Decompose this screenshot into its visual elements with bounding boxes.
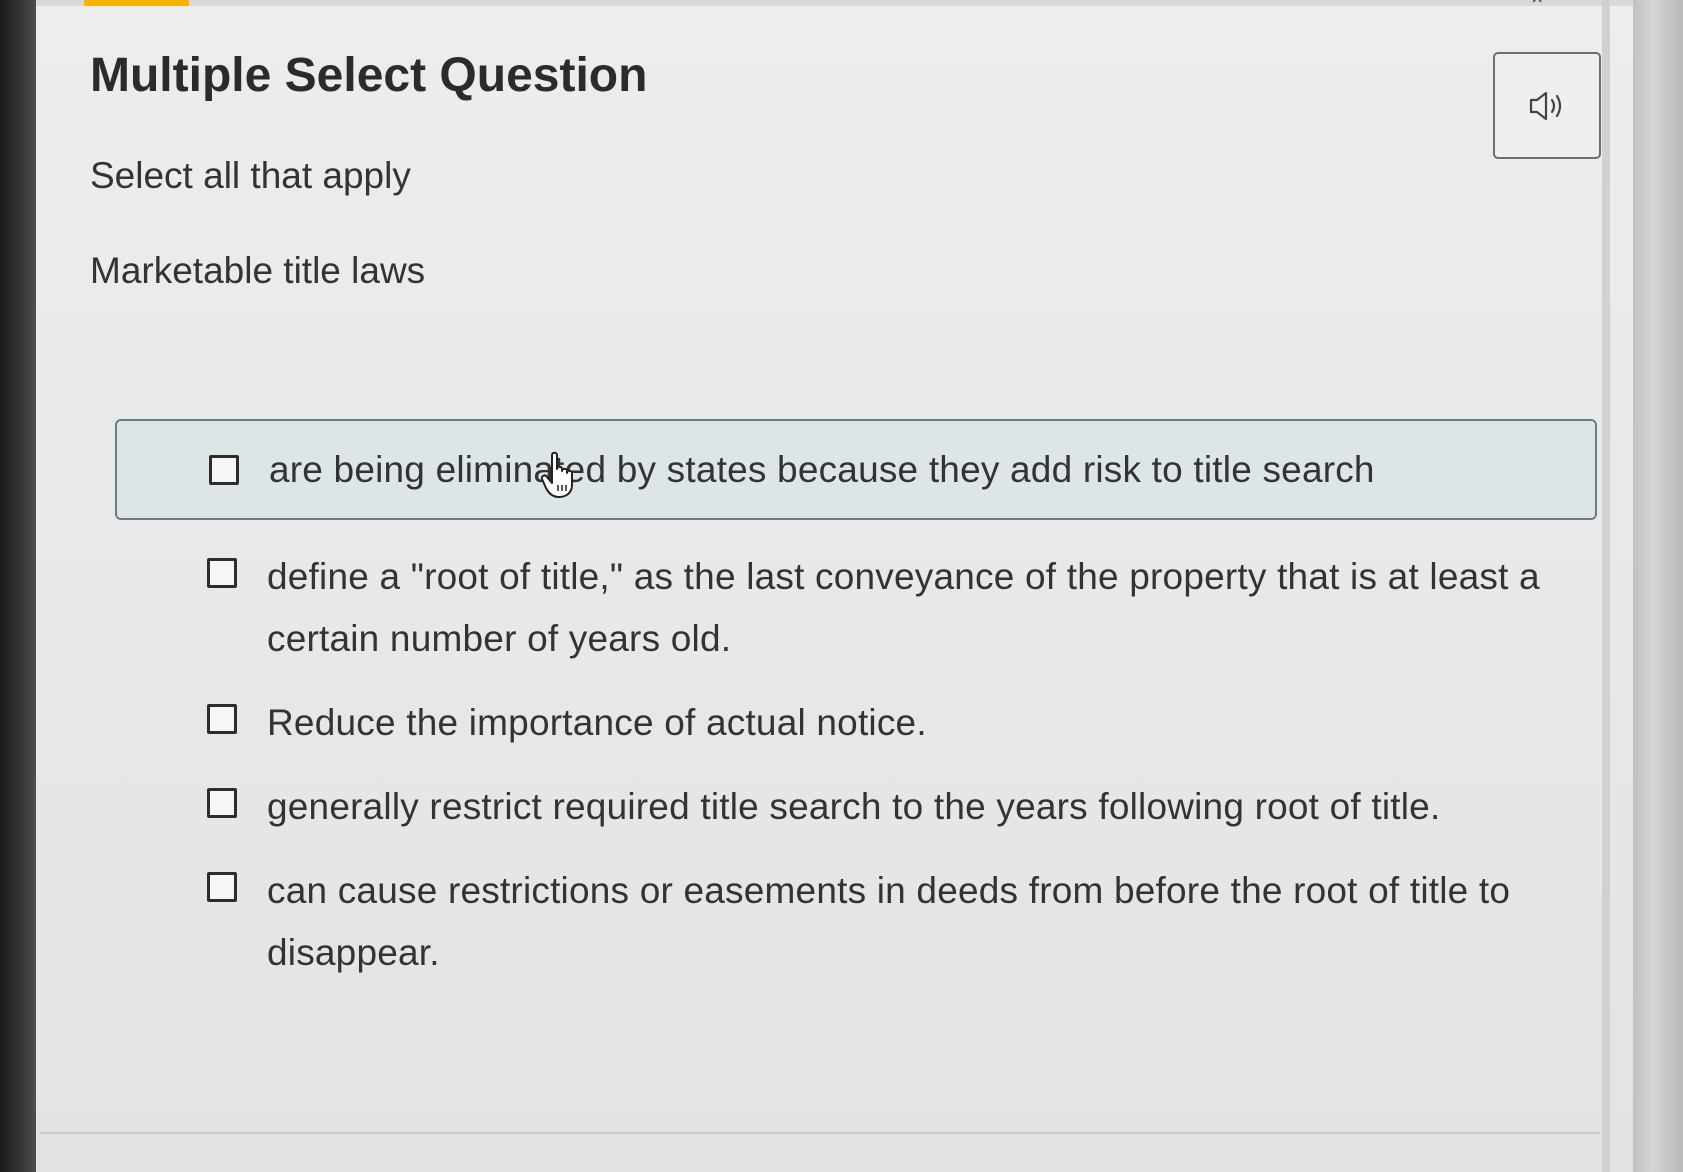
answer-option-label: define a "root of title," as the last co… bbox=[267, 556, 1540, 659]
answer-option-label: are being eliminated by states because t… bbox=[269, 448, 1375, 490]
answer-checkbox[interactable] bbox=[207, 558, 237, 588]
question-title: Multiple Select Question bbox=[90, 49, 648, 102]
card-edge bbox=[1602, 0, 1610, 1172]
top-bar bbox=[36, 0, 1633, 6]
progress-accent bbox=[84, 0, 189, 6]
answer-checkbox[interactable] bbox=[207, 872, 237, 902]
answer-option-label: generally restrict required title search… bbox=[267, 786, 1441, 827]
answer-option-label: Reduce the importance of actual notice. bbox=[267, 702, 927, 743]
device-bezel-right bbox=[1633, 0, 1683, 1172]
hand-cursor-icon bbox=[540, 451, 573, 498]
answer-option[interactable]: Reduce the importance of actual notice. bbox=[115, 692, 1597, 754]
answer-checkbox[interactable] bbox=[207, 704, 237, 734]
answer-option[interactable]: are being eliminated by states because t… bbox=[115, 419, 1597, 520]
device-bezel-left bbox=[0, 0, 40, 1172]
answer-option[interactable]: generally restrict required title search… bbox=[115, 776, 1597, 838]
answer-option-label: can cause restrictions or easements in d… bbox=[267, 870, 1511, 973]
answer-checkbox[interactable] bbox=[209, 454, 239, 485]
question-prompt: Marketable title laws bbox=[90, 250, 426, 291]
answer-option[interactable]: define a "root of title," as the last co… bbox=[115, 546, 1597, 670]
divider bbox=[40, 1132, 1600, 1134]
speaker-icon bbox=[1529, 91, 1562, 120]
answer-option[interactable]: can cause restrictions or easements in d… bbox=[115, 860, 1597, 984]
question-instructions: Select all that apply bbox=[90, 155, 411, 196]
answer-options: are being eliminated by states because t… bbox=[115, 419, 1597, 1006]
answer-checkbox[interactable] bbox=[207, 788, 237, 818]
read-aloud-button[interactable] bbox=[1493, 52, 1601, 159]
chevron-up-icon[interactable]: ⌃ bbox=[1528, 0, 1546, 19]
